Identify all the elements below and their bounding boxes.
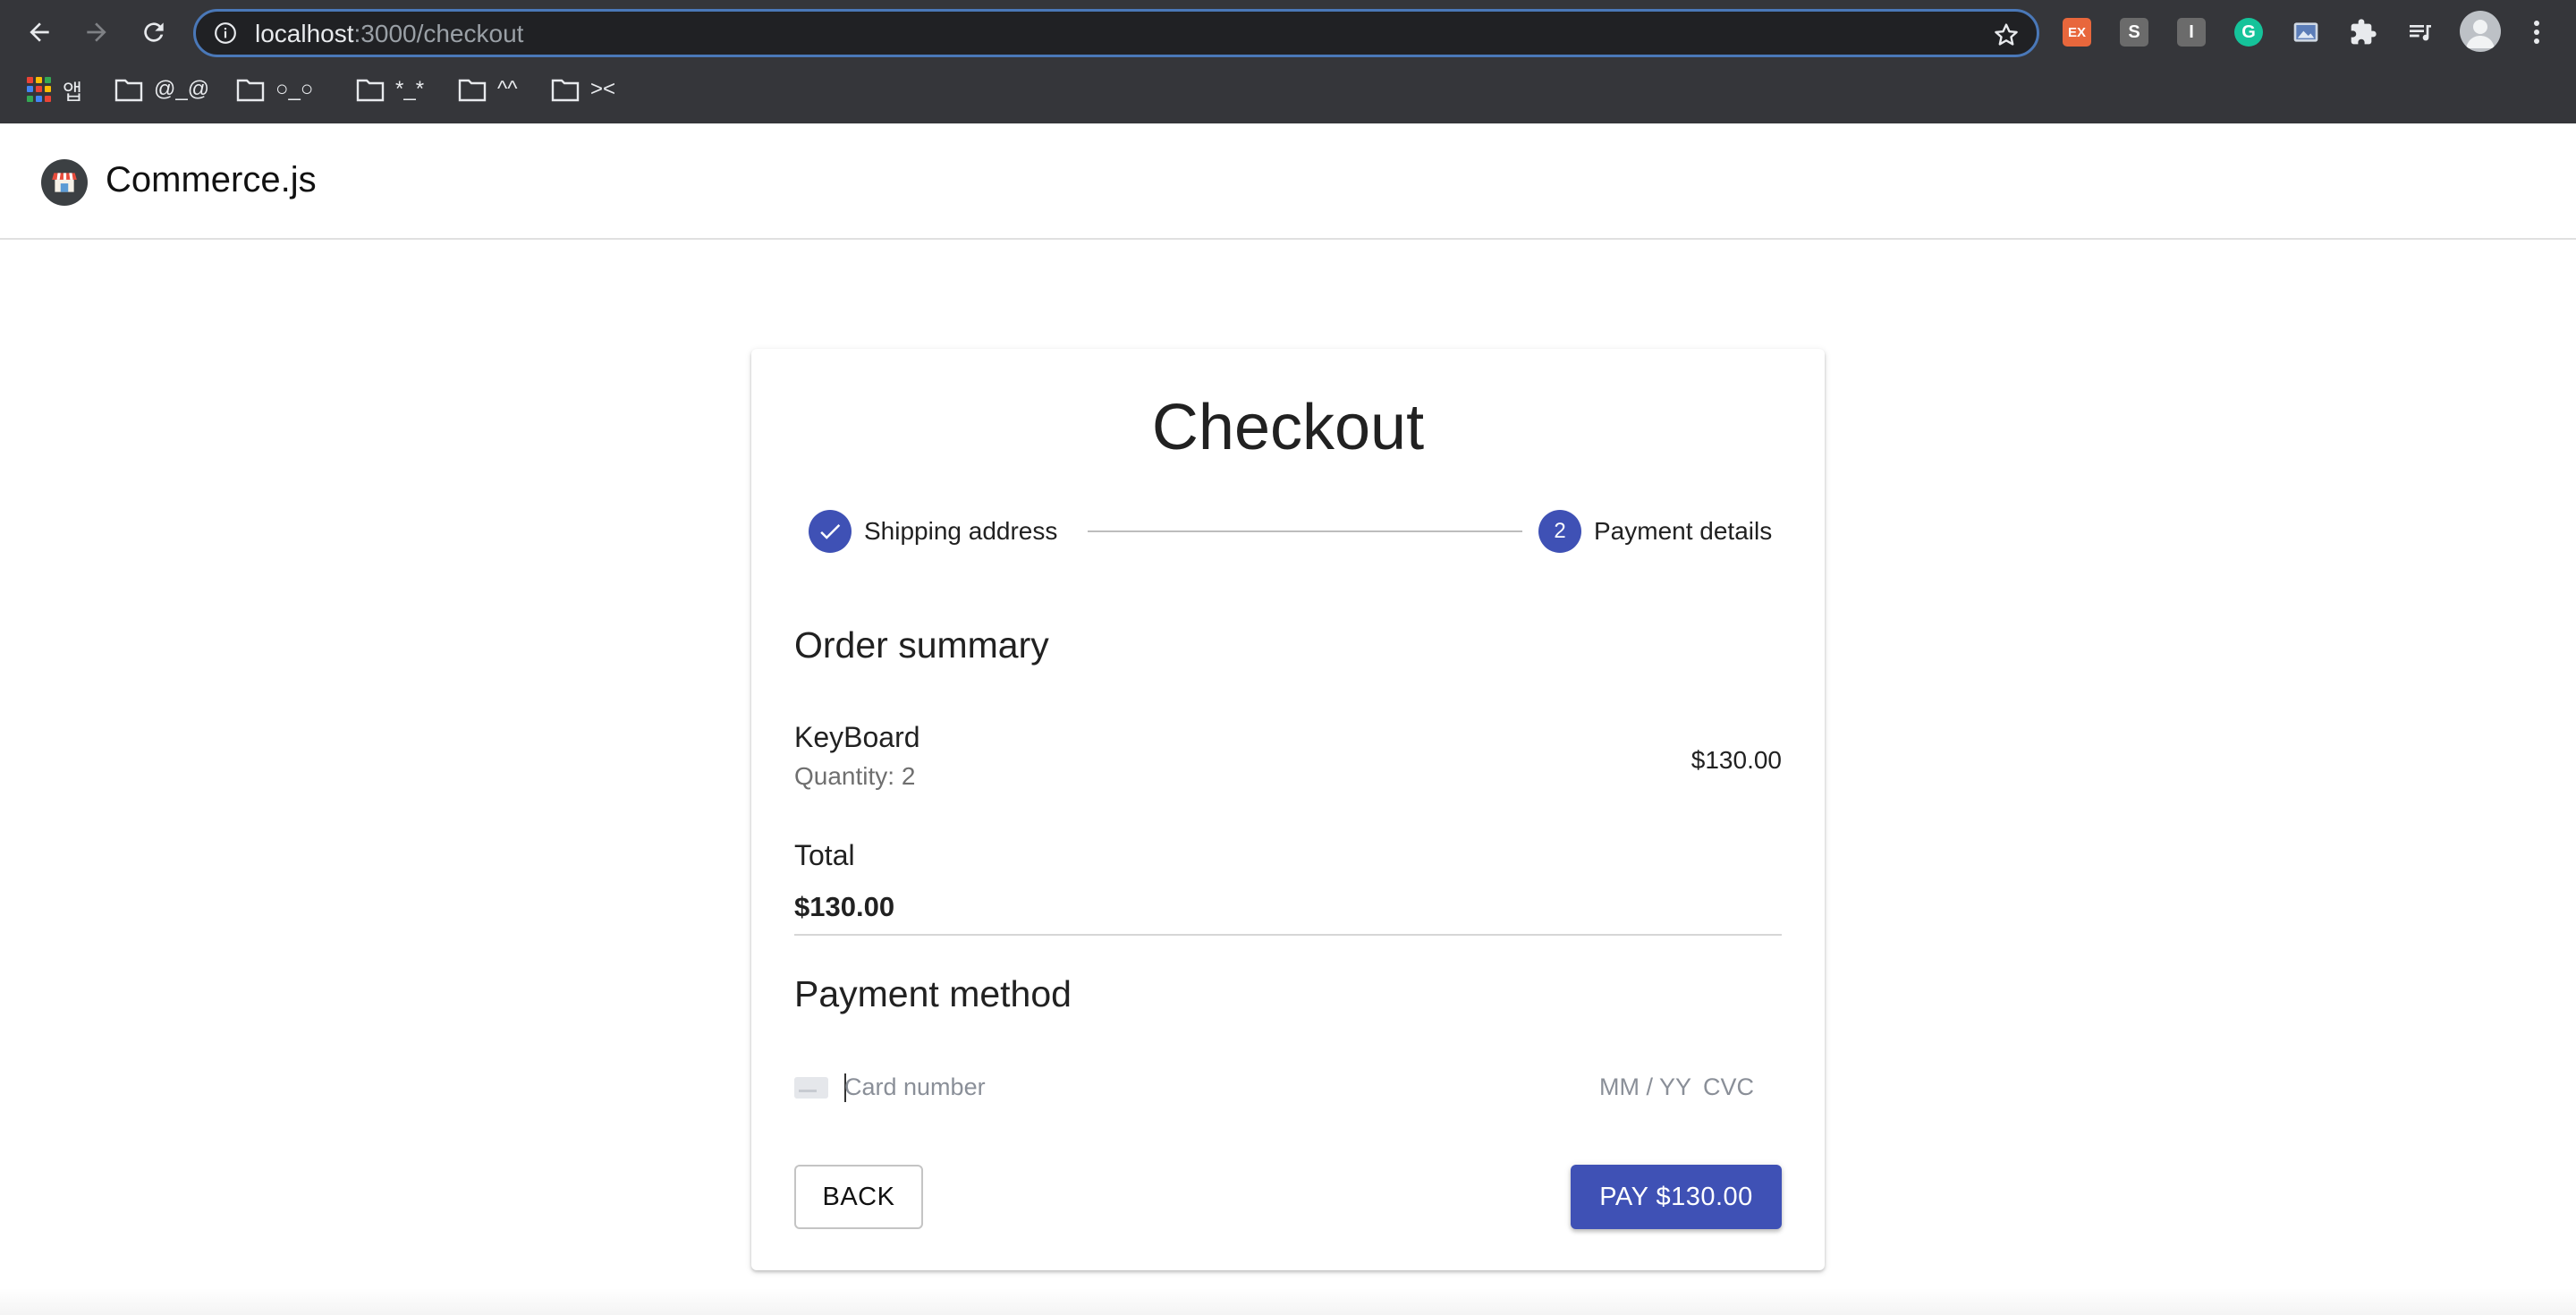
step-connector	[1088, 530, 1522, 532]
media-controls-button[interactable]	[2406, 18, 2435, 47]
step-completed-check	[809, 510, 852, 553]
bookmark-folder[interactable]: ><	[551, 70, 615, 109]
arrow-right-icon	[87, 22, 106, 42]
back-button[interactable]: BACK	[794, 1165, 923, 1229]
bookmark-label: ^^	[497, 77, 518, 101]
extensions-puzzle-button[interactable]	[2349, 18, 2377, 47]
step-shipping-address: Shipping address	[809, 508, 1057, 555]
url-path: :3000/checkout	[353, 20, 524, 47]
s-extension-label: S	[2128, 21, 2140, 42]
order-item-name: KeyBoard	[794, 721, 920, 753]
brand-title[interactable]: Commerce.js	[106, 157, 317, 202]
app-header: Commerce.js	[0, 123, 2576, 240]
apps-grid-icon	[27, 77, 52, 102]
card-number-field[interactable]: Card number	[844, 1073, 986, 1101]
bookmark-star-icon[interactable]	[1992, 21, 2021, 49]
order-summary-heading: Order summary	[794, 624, 1049, 666]
bookmark-folder[interactable]: ^^	[458, 70, 518, 109]
total-value: $130.00	[794, 891, 895, 922]
card-element-input[interactable]: Card number MM / YY CVC	[794, 1065, 1782, 1109]
back-nav-button[interactable]	[21, 14, 57, 50]
address-bar[interactable]: localhost:3000/checkout	[193, 9, 2039, 57]
page-bottom-fade	[0, 1288, 2576, 1315]
bookmark-folder[interactable]: @_@	[114, 70, 209, 109]
picture-icon	[2293, 22, 2318, 42]
checkout-stepper: Shipping address 2 Payment details	[809, 508, 1784, 555]
bookmark-label: ><	[590, 77, 616, 101]
bookmark-label: *_*	[395, 77, 425, 101]
browser-chrome: localhost:3000/checkout EX S I G 앱 @_@ ○…	[0, 0, 2576, 123]
check-icon	[820, 524, 841, 539]
arrow-left-icon	[30, 22, 49, 42]
folder-icon	[551, 79, 580, 102]
person-icon	[2466, 20, 2495, 48]
more-vert-icon[interactable]	[2526, 16, 2547, 48]
folder-icon	[236, 79, 265, 102]
url-host: localhost	[255, 20, 354, 47]
store-logo-icon[interactable]	[41, 159, 88, 206]
folder-icon	[458, 79, 487, 102]
folder-icon	[114, 79, 143, 102]
order-item-price: $130.00	[1690, 746, 1782, 774]
browser-toolbar: localhost:3000/checkout EX S I G	[0, 0, 2576, 64]
checkout-card: Checkout Shipping address 2 Payment deta…	[751, 349, 1825, 1270]
ex-extension-icon[interactable]: EX	[2063, 18, 2091, 47]
step-label: Shipping address	[864, 517, 1058, 545]
total-label: Total	[794, 839, 855, 871]
url-text: localhost:3000/checkout	[255, 21, 523, 47]
bookmarks-bar: 앱 @_@ ○_○ *_* ^^ ><	[0, 70, 2576, 109]
playlist-icon	[2410, 25, 2431, 41]
profile-avatar[interactable]	[2460, 11, 2501, 52]
info-icon[interactable]	[214, 21, 237, 45]
i-extension-icon[interactable]: I	[2177, 18, 2206, 47]
reload-button[interactable]	[136, 14, 172, 50]
expiry-field[interactable]: MM / YY	[1599, 1073, 1691, 1101]
bookmark-label: ○_○	[275, 77, 314, 101]
bookmark-apps[interactable]: 앱	[27, 70, 82, 109]
ex-extension-label: EX	[2067, 24, 2086, 40]
page-title: Checkout	[1151, 392, 1425, 463]
forward-nav-button[interactable]	[79, 14, 114, 50]
s-extension-icon[interactable]: S	[2120, 18, 2148, 47]
credit-card-icon	[794, 1077, 828, 1099]
shop-icon	[52, 173, 77, 192]
step-label: Payment details	[1594, 517, 1773, 545]
grammarly-extension-label: G	[2241, 21, 2256, 42]
step-payment-details: 2 Payment details	[1538, 508, 1772, 555]
pay-button[interactable]: PAY $130.00	[1571, 1165, 1782, 1229]
i-extension-label: I	[2189, 21, 2194, 42]
puzzle-icon	[2351, 19, 2377, 45]
section-divider	[794, 934, 1782, 936]
bookmark-folder[interactable]: *_*	[356, 70, 424, 109]
folder-icon	[356, 79, 385, 102]
reload-icon	[144, 22, 164, 42]
cvc-field[interactable]: CVC	[1703, 1073, 1754, 1101]
bookmark-folder[interactable]: ○_○	[236, 70, 313, 109]
grammarly-extension-icon[interactable]: G	[2234, 18, 2263, 47]
bookmark-label: @_@	[154, 77, 210, 101]
bookmark-label: 앱	[63, 80, 83, 105]
step-number-badge: 2	[1538, 510, 1581, 553]
payment-method-heading: Payment method	[794, 973, 1072, 1014]
image-extension-icon[interactable]	[2292, 18, 2320, 47]
order-item-quantity: Quantity: 2	[794, 762, 916, 790]
